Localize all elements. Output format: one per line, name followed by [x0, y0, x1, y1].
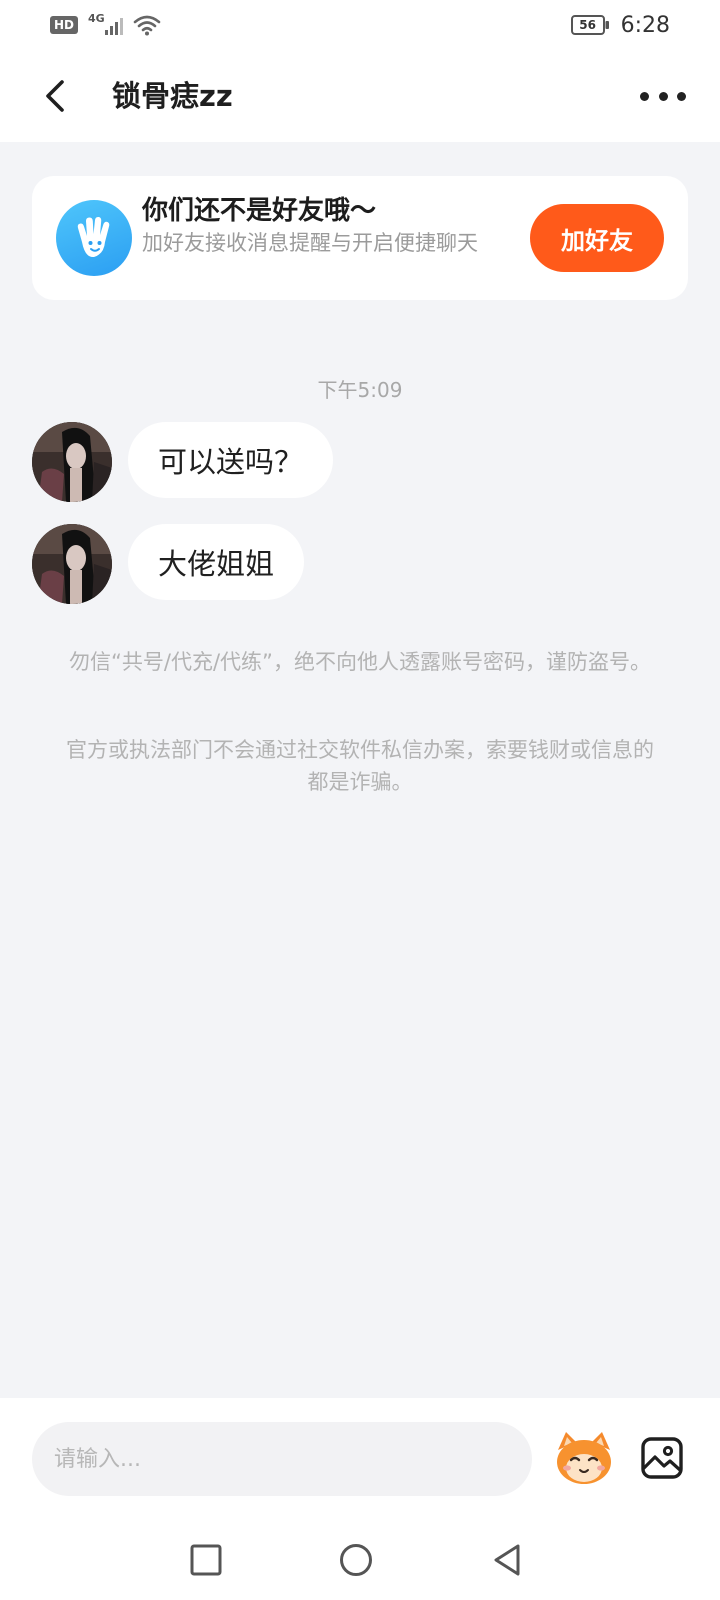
chat-title: 锁骨痣zz — [112, 79, 233, 113]
add-friend-button[interactable]: 加好友 — [530, 204, 664, 272]
message-input[interactable] — [32, 1422, 532, 1496]
more-dots-icon — [640, 91, 649, 101]
signal-icon — [104, 15, 123, 35]
battery-level-label: 56 — [579, 18, 596, 32]
more-dots-icon — [658, 91, 668, 101]
chevron-left-icon — [46, 80, 64, 112]
circle-icon — [340, 1544, 372, 1576]
square-icon — [190, 1544, 222, 1576]
safety-notice: 勿信“共号/代充/代练”，绝不向他人透露账号密码，谨防盗号。 — [69, 650, 651, 674]
waving-hand-icon — [56, 200, 132, 276]
triangle-back-icon — [494, 1544, 520, 1576]
status-bar: HD 4G 56 6:28 — [0, 0, 720, 50]
image-picker-button[interactable] — [640, 1436, 684, 1480]
mascot-emoji-icon — [557, 1432, 611, 1484]
back-nav-button[interactable] — [490, 1542, 526, 1578]
battery-icon: 56 — [570, 15, 611, 35]
hd-badge: HD — [50, 16, 79, 34]
status-left: HD 4G — [50, 11, 161, 36]
chat-screen: HD 4G 56 6:28 锁骨痣zz 你们还不是好友哦～ 加好友接收消息提醒与… — [0, 0, 720, 1600]
wifi-icon — [133, 14, 161, 36]
emoji-button[interactable] — [552, 1428, 616, 1488]
banner-subtitle: 加好友接收消息提醒与开启便捷聊天 — [142, 231, 478, 255]
message-row: 可以送吗？ — [32, 422, 688, 504]
chat-header: 锁骨痣zz — [0, 50, 720, 142]
avatar[interactable] — [32, 524, 112, 604]
message-timestamp: 下午5:09 — [317, 378, 403, 402]
system-nav-bar — [0, 1520, 720, 1600]
more-options-button[interactable] — [640, 80, 686, 112]
network-type-label: 4G — [88, 11, 105, 25]
message-bubble[interactable]: 大佬姐姐 — [128, 524, 305, 600]
message-bubble[interactable]: 可以送吗？ — [128, 422, 334, 498]
home-button[interactable] — [338, 1542, 374, 1578]
avatar[interactable] — [32, 422, 112, 502]
input-bar — [0, 1398, 720, 1520]
status-clock: 6:28 — [620, 12, 670, 38]
back-button[interactable] — [38, 76, 74, 116]
recents-button[interactable] — [188, 1542, 224, 1578]
safety-notice: 官方或执法部门不会通过社交软件私信办案，索要钱财或信息的都是诈骗。 — [66, 738, 654, 794]
more-dots-icon — [677, 91, 686, 101]
image-picker-icon — [641, 1437, 683, 1479]
banner-title: 你们还不是好友哦～ — [142, 196, 377, 226]
message-row: 大佬姐姐 — [32, 524, 688, 606]
status-right: 56 6:28 — [570, 12, 670, 38]
not-friends-banner: 你们还不是好友哦～ 加好友接收消息提醒与开启便捷聊天 加好友 — [32, 176, 688, 300]
